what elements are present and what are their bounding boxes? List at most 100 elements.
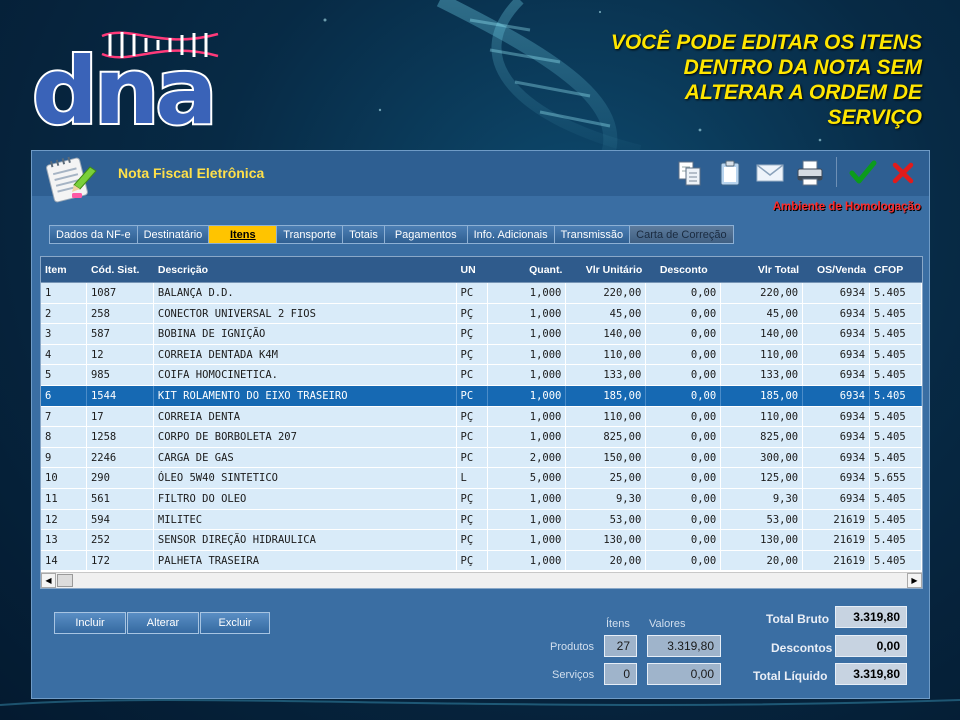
cell-descricao: FILTRO DO OLEO [154,488,457,509]
cell-os-venda: 6934 [803,303,871,324]
col-item[interactable]: Item [41,257,87,282]
valores-header: Valores [649,618,686,630]
col-desconto[interactable]: Desconto [646,257,721,282]
tab-itens[interactable]: Itens [208,225,277,244]
printer-icon[interactable] [792,157,828,189]
cell-un: PÇ [457,530,489,550]
cell-vlr-total: 130,00 [721,530,804,550]
table-row[interactable]: 13 252 SENSOR DIREÇÃO HIDRAULICA PÇ 1,000 130… [41,530,922,551]
envelope-icon[interactable] [752,157,788,189]
tab-transmissao[interactable]: Transmissão [553,225,630,244]
tab-dados-nfe[interactable]: Dados da NF-e [49,225,137,244]
items-grid[interactable]: Item Cód. Sist. Descrição UN Quant. Vlr … [40,256,923,589]
cell-quant: 1,000 [488,550,567,571]
cell-descricao: BALANÇA D.D. [154,283,457,303]
cell-cod-sist: 12 [87,344,154,365]
col-vlr-total[interactable]: Vlr Total [721,257,803,282]
scroll-right-button[interactable]: ▶ [907,573,922,588]
cell-vlr-total: 110,00 [721,406,804,427]
cell-quant: 1,000 [488,344,567,365]
cell-quant: 1,000 [488,406,567,427]
cell-vlr-total: 133,00 [721,365,804,385]
table-row[interactable]: 8 1258 CORPO DE BORBOLETA 207 PC 1,000 825,00… [41,427,922,448]
excluir-button[interactable]: Excluir [200,612,270,634]
cell-quant: 1,000 [488,427,567,447]
cell-vlr-total: 110,00 [721,344,804,365]
scroll-left-button[interactable]: ◀ [41,573,56,588]
cell-descricao: CORREIA DENTADA K4M [154,344,457,365]
col-un[interactable]: UN [457,257,489,282]
cell-descricao: PALHETA TRASEIRA [154,550,457,571]
table-row[interactable]: 7 17 CORREIA DENTA PÇ 1,000 110,00 0,00 110,00 6… [41,406,922,428]
table-row[interactable]: 3 587 BOBINA DE IGNIÇÃO PÇ 1,000 140,00 0,00 14… [41,324,922,345]
cell-quant: 1,000 [488,365,567,385]
cell-descricao: KIT ROLAMENTO DO EIXO TRASEIRO [154,385,457,406]
grid-body: 1 1087 BALANÇA D.D. PC 1,000 220,00 0,00 220,00… [41,283,922,572]
cell-un: PÇ [457,488,489,509]
col-os-venda[interactable]: OS/Venda [803,257,870,282]
table-row[interactable]: 10 290 ÓLEO 5W40 SINTETICO L 5,000 25,00 0,00 1… [41,468,922,489]
cell-un: PC [457,283,489,303]
cell-cfop: 5.655 [870,468,922,488]
col-vlr-unitario[interactable]: Vlr Unitário [566,257,646,282]
table-row[interactable]: 6 1544 KIT ROLAMENTO DO EIXO TRASEIRO PC 1,0… [41,385,922,407]
col-cod-sist[interactable]: Cód. Sist. [87,257,154,282]
alterar-button[interactable]: Alterar [127,612,199,634]
cell-os-venda: 6934 [803,365,871,385]
table-row[interactable]: 1 1087 BALANÇA D.D. PC 1,000 220,00 0,00 220,00… [41,283,922,304]
cell-vlr-unitario: 133,00 [566,365,647,385]
table-row[interactable]: 2 258 CONECTOR UNIVERSAL 2 FIOS PÇ 1,000 45,0… [41,303,922,325]
dna-logo: dna [30,22,225,140]
tab-pagamentos[interactable]: Pagamentos [383,225,467,244]
cell-desconto: 0,00 [646,324,722,344]
cell-os-venda: 6934 [803,447,871,468]
tab-info-adicionais[interactable]: Info. Adicionais [466,225,554,244]
col-descricao[interactable]: Descrição [154,257,457,282]
cell-cfop: 5.405 [870,427,922,447]
clipboard-icon[interactable] [712,157,748,189]
cell-vlr-unitario: 825,00 [566,427,647,447]
cell-desconto: 0,00 [646,550,722,571]
cell-os-venda: 6934 [803,406,871,427]
tab-destinatario[interactable]: Destinatário [136,225,209,244]
col-quant[interactable]: Quant. [488,257,566,282]
cell-un: PÇ [457,344,489,365]
table-row[interactable]: 12 594 MILITEC PÇ 1,000 53,00 0,00 53,00 21619 5.… [41,509,922,531]
cell-vlr-unitario: 20,00 [566,550,647,571]
scroll-thumb[interactable] [57,574,73,587]
cell-item: 1 [41,283,87,303]
col-cfop[interactable]: CFOP [870,257,922,282]
cell-vlr-unitario: 9,30 [566,488,647,509]
tab-transporte[interactable]: Transporte [276,225,343,244]
tab-totais[interactable]: Totais [342,225,384,244]
horizontal-scrollbar[interactable]: ◀ ▶ [41,572,922,588]
cell-cod-sist: 290 [87,468,154,488]
check-icon[interactable] [845,157,881,189]
cell-cfop: 5.405 [870,385,922,406]
table-row[interactable]: 5 985 COIFA HOMOCINETICA. PC 1,000 133,00 0,00… [41,365,922,386]
cell-cfop: 5.405 [870,447,922,468]
cell-vlr-unitario: 53,00 [566,509,647,530]
table-row[interactable]: 4 12 CORREIA DENTADA K4M PÇ 1,000 110,00 0,00 1… [41,344,922,366]
cell-os-venda: 6934 [803,344,871,365]
cell-vlr-unitario: 140,00 [566,324,647,344]
cell-descricao: CORPO DE BORBOLETA 207 [154,427,457,447]
incluir-button[interactable]: Incluir [54,612,126,634]
produtos-label: Produtos [550,641,595,653]
cell-os-venda: 6934 [803,324,871,344]
cell-item: 10 [41,468,87,488]
cell-quant: 1,000 [488,488,567,509]
cell-un: PÇ [457,324,489,344]
table-row[interactable]: 14 172 PALHETA TRASEIRA PÇ 1,000 20,00 0,00 20,… [41,550,922,572]
cell-os-venda: 6934 [803,385,871,406]
cell-quant: 1,000 [488,283,567,303]
table-row[interactable]: 11 561 FILTRO DO OLEO PÇ 1,000 9,30 0,00 9,30 69… [41,488,922,510]
copy-icon[interactable] [672,157,708,189]
tab-bar: Dados da NF-e Destinatário Itens Transpo… [49,225,734,244]
total-bruto-label: Total Bruto [766,612,830,626]
produtos-valor-field: 3.319,80 [647,635,721,657]
cell-un: PÇ [457,303,489,324]
cell-vlr-unitario: 130,00 [566,530,647,550]
close-icon[interactable] [885,157,921,189]
table-row[interactable]: 9 2246 CARGA DE GAS PC 2,000 150,00 0,00 300,00… [41,447,922,469]
